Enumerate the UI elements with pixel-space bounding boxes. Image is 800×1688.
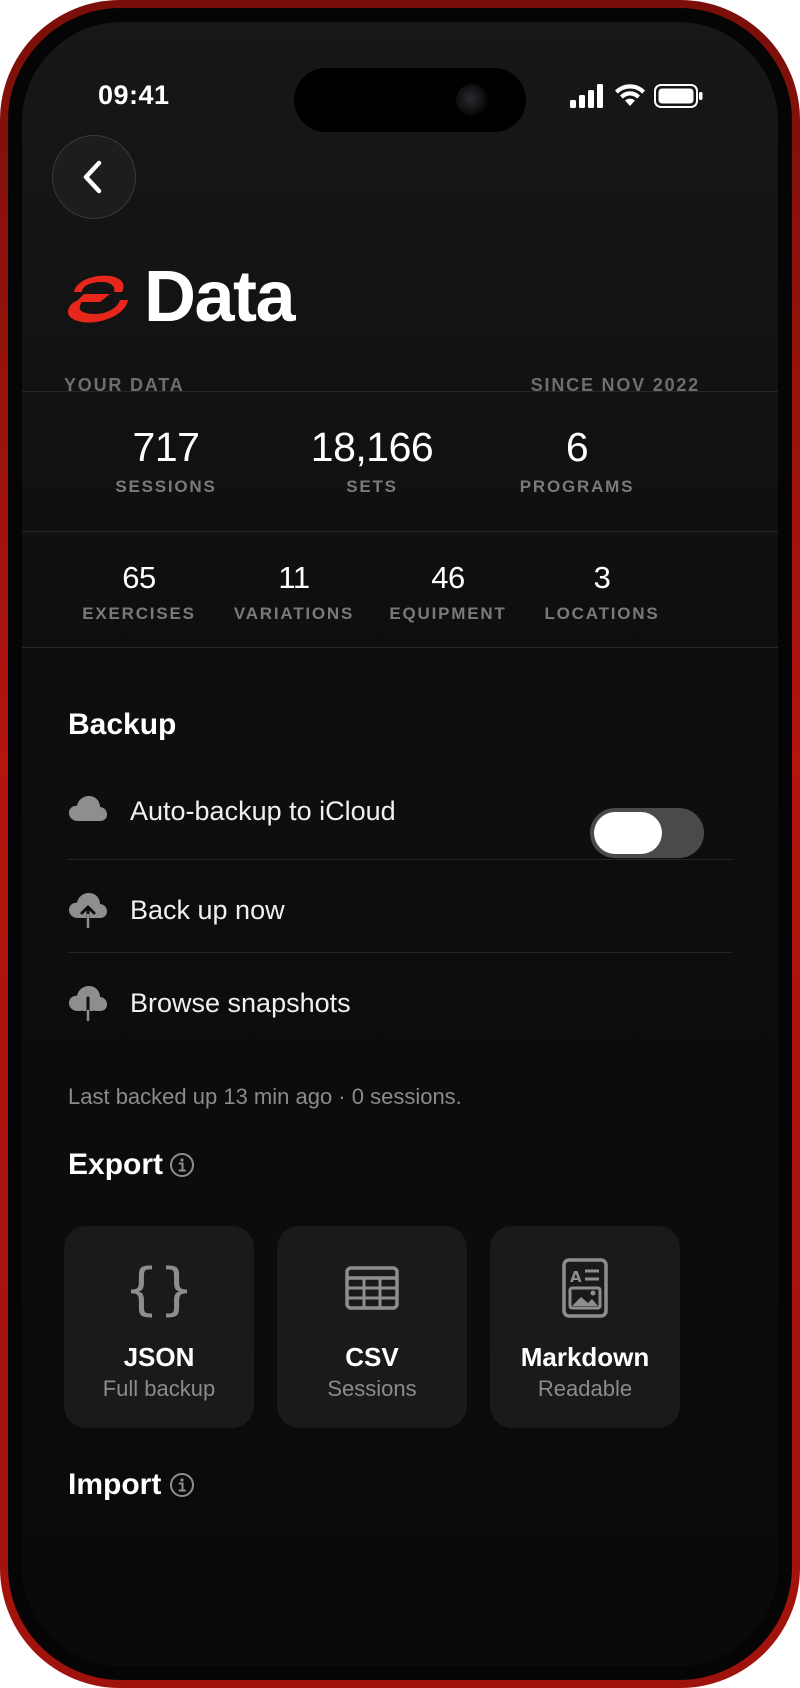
stat-value: 18,166 [310,424,434,470]
stat-value: 11 [278,560,310,595]
export-markdown-card[interactable]: A Markdown Readable [490,1226,680,1428]
cloud-upload-icon [69,893,107,929]
stat-value: 65 [122,560,156,595]
stat-label: EXERCISES [82,604,196,623]
export-heading: Export [68,1148,164,1181]
stat-label: VARIATIONS [233,604,355,623]
stat-label: PROGRAMS [519,477,635,496]
app-logo-icon [68,275,128,323]
stat-exercises: 65 EXERCISES [74,560,204,624]
back-up-now-row[interactable]: Back up now [68,883,732,943]
divider [22,531,778,532]
export-option-subtitle: Sessions [327,1376,417,1401]
last-backup-note: Last backed up 13 min ago · 0 sessions. [68,1084,462,1109]
import-info-icon[interactable] [169,1472,195,1498]
stat-programs: 6 PROGRAMS [502,424,652,497]
export-json-card[interactable]: {} JSON Full backup [64,1226,254,1428]
browse-snapshots-row[interactable]: Browse snapshots [68,976,732,1036]
table-icon [345,1266,399,1310]
page-title: Data [144,257,296,337]
toggle-knob [594,812,662,854]
document-icon: A [562,1258,608,1318]
status-time: 09:41 [98,80,170,110]
browse-snapshots-label: Browse snapshots [130,988,351,1018]
stat-label: SETS [346,477,398,496]
stat-value: 3 [593,560,611,595]
stat-locations: 3 LOCATIONS [536,560,668,624]
app-screen: 09:41 Data YOUR DATA SINCE NOV 2022 717 … [22,22,778,1666]
stat-label: LOCATIONS [544,604,660,623]
signal-icon [570,84,603,108]
stat-sessions: 717 SESSIONS [96,424,236,497]
export-option-title: Markdown [520,1342,650,1372]
cloud-icon [69,796,107,821]
export-option-subtitle: Full backup [102,1376,216,1401]
stat-value: 717 [132,424,200,470]
import-heading: Import [68,1468,162,1501]
cloud-download-icon [69,986,107,1022]
export-csv-card[interactable]: CSV Sessions [277,1226,467,1428]
export-option-title: JSON [123,1342,195,1372]
chevron-left-icon [83,160,102,194]
export-info-icon[interactable] [169,1152,195,1178]
dynamic-island [294,68,526,132]
auto-backup-label: Auto-backup to iCloud [130,796,396,826]
back-up-now-label: Back up now [130,895,285,925]
export-option-subtitle: Readable [537,1376,633,1401]
stat-equipment: 46 EQUIPMENT [382,560,514,624]
battery-icon [654,84,703,108]
wifi-icon [615,84,645,106]
svg-text:{}: {} [131,1258,187,1318]
stat-label: SESSIONS [115,477,217,496]
divider [22,647,778,648]
stat-value: 6 [565,424,589,470]
stat-label: EQUIPMENT [389,604,507,623]
divider [22,391,778,392]
divider [68,859,732,860]
your-data-label: YOUR DATA [64,375,185,395]
export-option-title: CSV [345,1342,399,1372]
back-button[interactable] [52,135,136,219]
divider [68,952,732,953]
stat-variations: 11 VARIATIONS [226,560,362,624]
svg-text:A: A [570,1268,582,1286]
stat-sets: 18,166 SETS [290,424,454,497]
since-label: SINCE NOV 2022 [530,375,700,395]
camera-icon [456,84,488,116]
braces-icon: {} [131,1258,187,1318]
auto-backup-toggle[interactable] [590,808,704,858]
status-icons [570,84,710,114]
stat-value: 46 [431,560,465,595]
backup-heading: Backup [68,708,177,741]
